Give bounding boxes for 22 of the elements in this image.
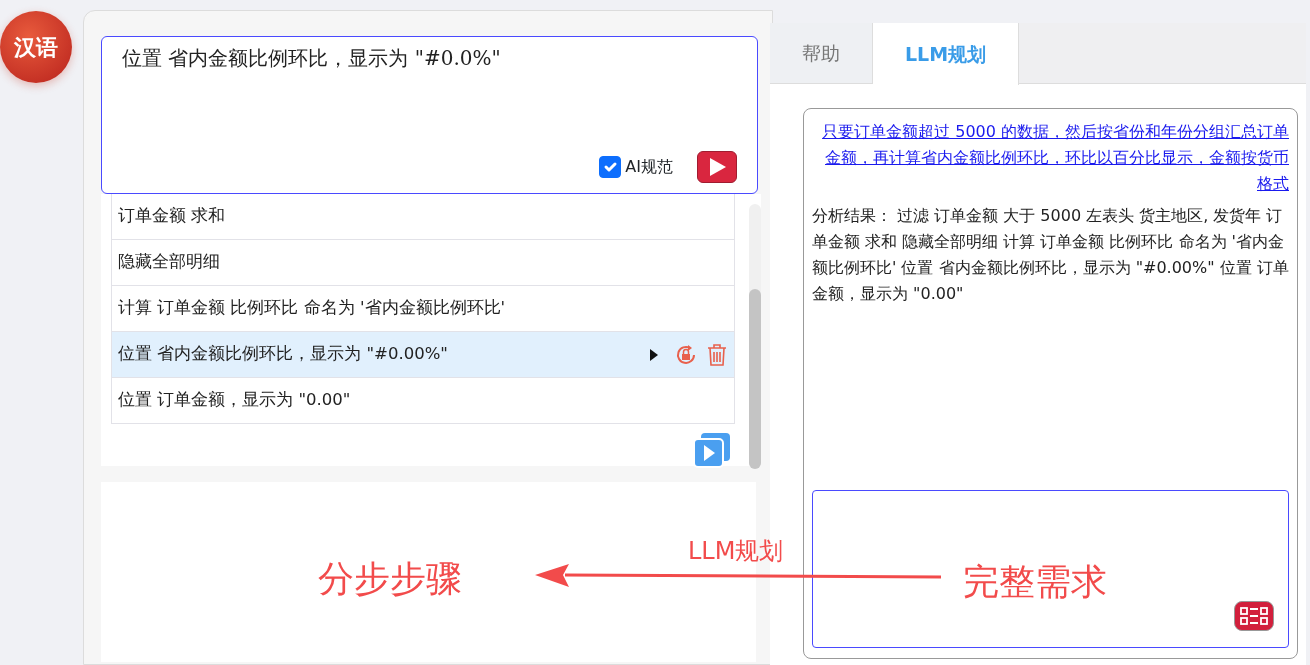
request-link[interactable]: 只要订单金额超过 5000 的数据，然后按省份和年份分组汇总订单金额，再计算省内金额比例环比，环比以百分比显示，金额按货币格式	[812, 119, 1289, 197]
play-button[interactable]	[697, 151, 737, 183]
language-button[interactable]: 汉语	[0, 11, 72, 83]
requirement-input-field[interactable]	[812, 490, 1289, 648]
step-item[interactable]: 订单金额 求和	[111, 194, 736, 240]
command-input-field[interactable]: 位置 省内金额比例环比，显示为 "#0.0%" AI规范	[101, 36, 758, 194]
trash-icon[interactable]	[706, 342, 729, 367]
step-item[interactable]: 位置 省内金额比例环比，显示为 "#0.00%"	[111, 332, 736, 378]
ai-checkbox[interactable]	[599, 156, 622, 178]
step-item[interactable]: 隐藏全部明细	[111, 240, 736, 286]
scrollbar-thumb[interactable]	[749, 289, 761, 469]
annotation-label: 完整需求	[963, 560, 1107, 604]
annotation-label: LLM规划	[688, 536, 784, 567]
step-item[interactable]: 位置 订单金额，显示为 "0.00"	[111, 378, 736, 424]
list-grid-button[interactable]	[1234, 601, 1274, 631]
play-stack-icon[interactable]	[693, 432, 732, 468]
step-item[interactable]: 计算 订单金额 比例环比 命名为 '省内金额比例环比'	[111, 286, 736, 332]
list-grid-icon	[1239, 606, 1269, 626]
caret-icon	[650, 348, 659, 361]
analysis-result-text: 分析结果： 过滤 订单金额 大于 5000 左表头 货主地区, 发货年 订单金额 求和 隐藏全部明细 计算 订单金额 比例环比 命名为 '省内金额比例环比' 位置 省内金额比例环比，显示为 "#0.00%" 位置 订单金额，显示为 "0.00"	[812, 205, 1289, 305]
annotation-label: 分步步骤	[318, 557, 462, 601]
checkbox-label: AI规范	[625, 156, 673, 178]
